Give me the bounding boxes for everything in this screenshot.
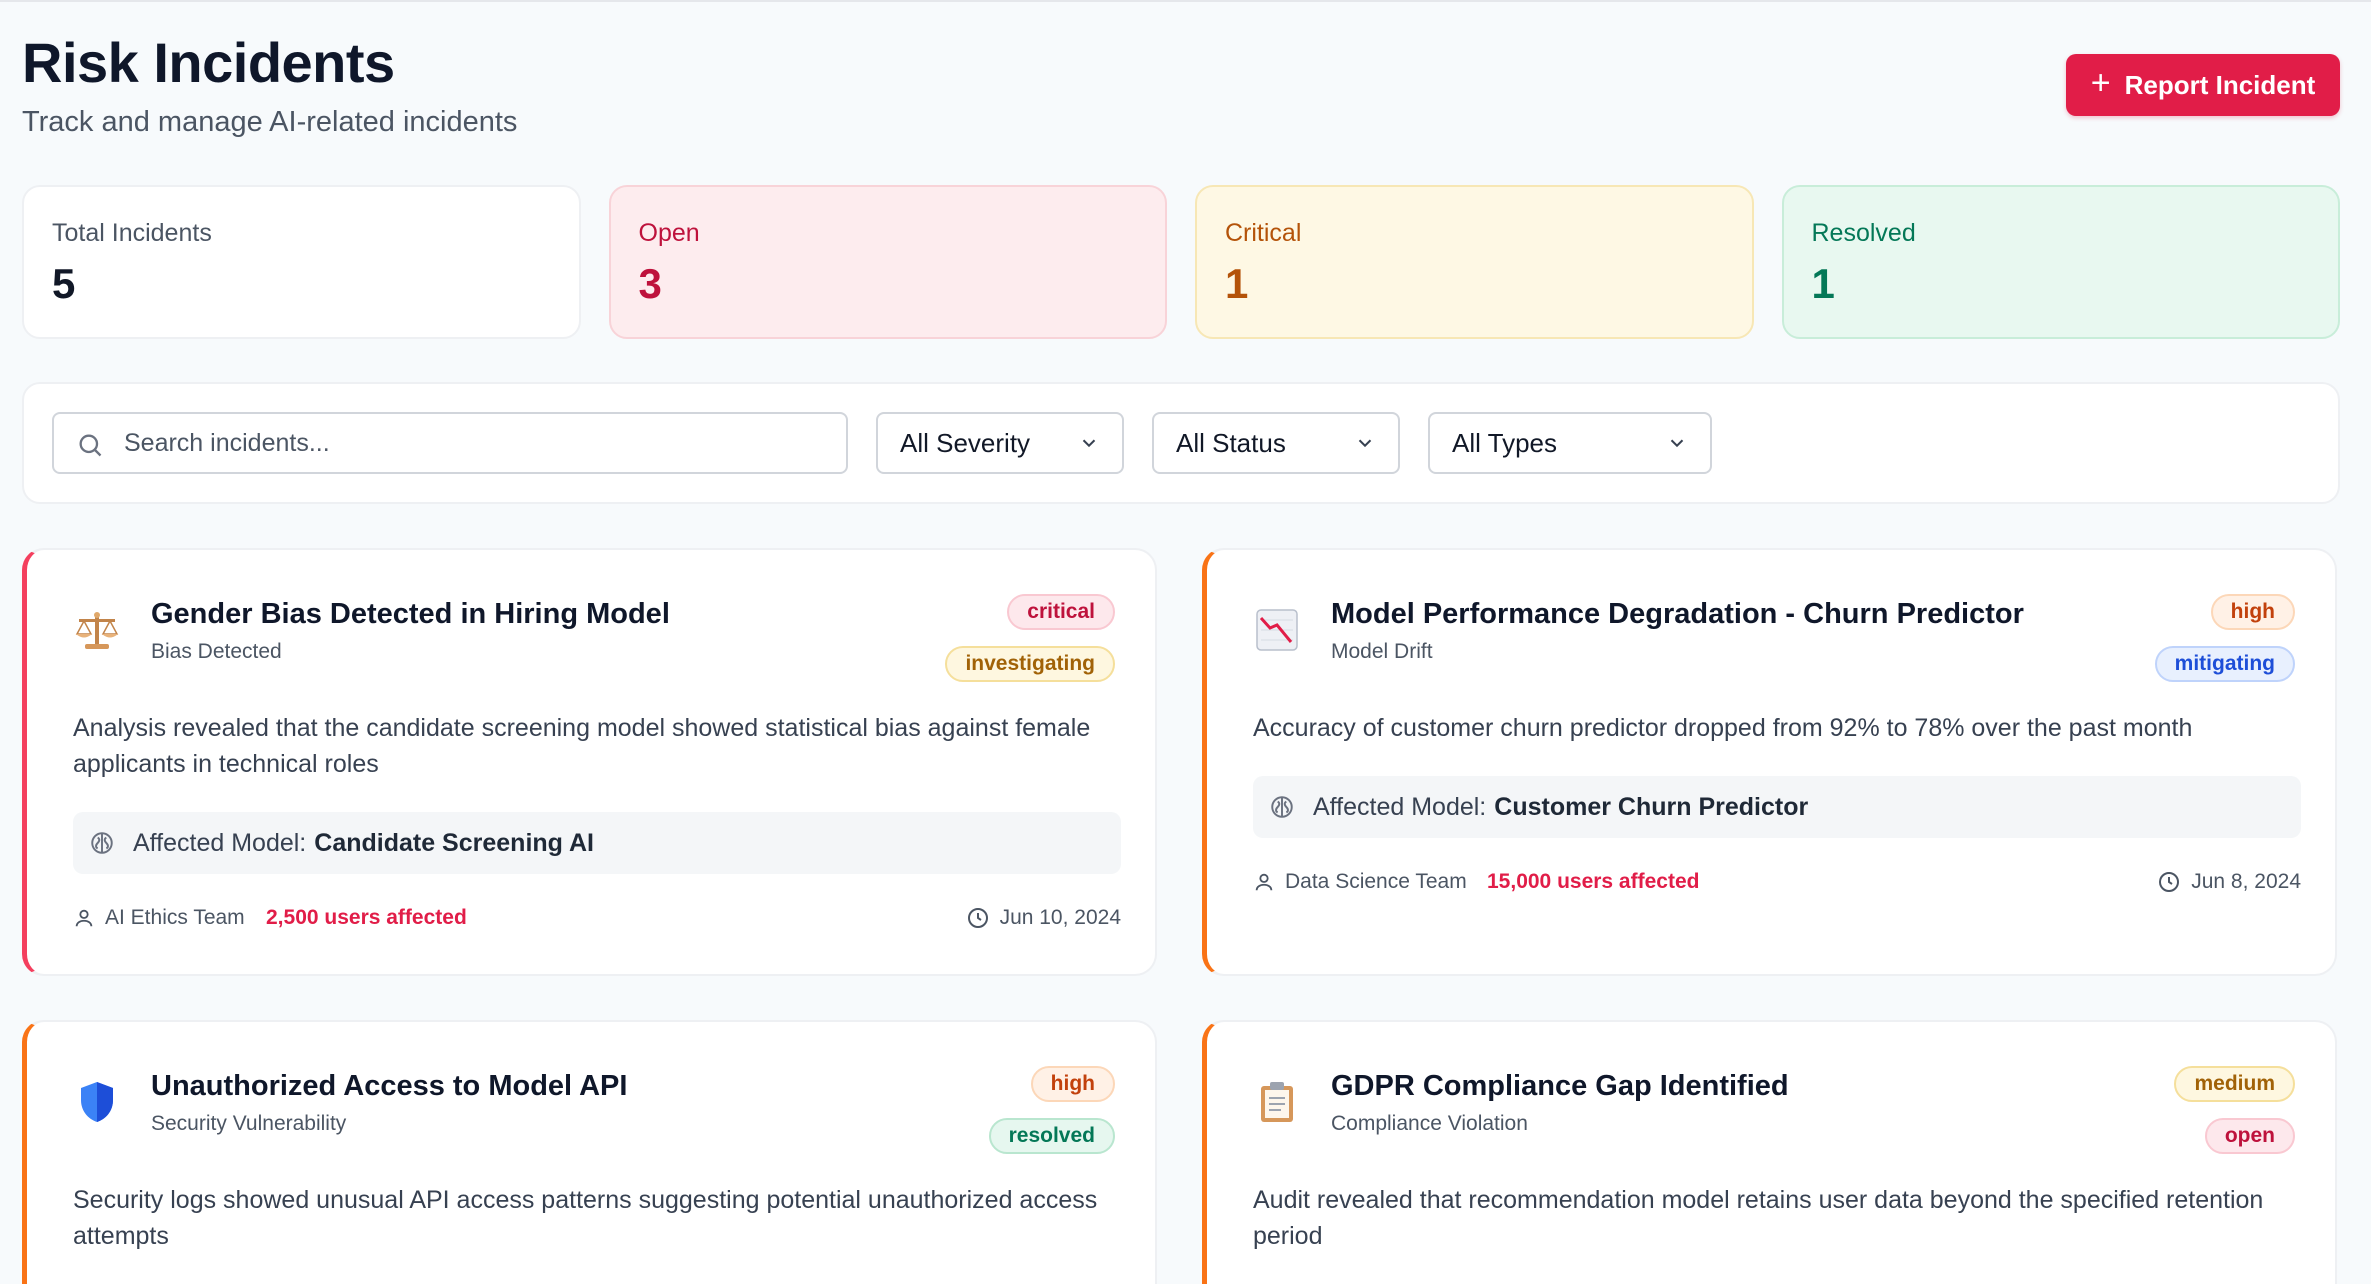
shield-icon xyxy=(81,1082,113,1122)
status-badge: mitigating xyxy=(2154,646,2295,682)
incident-card[interactable]: Unauthorized Access to Model API Securit… xyxy=(22,1020,1157,1284)
incident-description: Accuracy of customer churn predictor dro… xyxy=(1253,714,2193,742)
page-header: Risk Incidents Track and manage AI-relat… xyxy=(22,2,2340,182)
report-incident-label: Report Incident xyxy=(2124,69,2316,100)
page-subtitle: Track and manage AI-related incidents xyxy=(22,106,518,138)
clock-icon xyxy=(967,908,988,928)
chevron-down-icon xyxy=(1082,439,1096,448)
incident-date: Jun 10, 2024 xyxy=(966,906,1121,930)
incident-description: Security logs showed unusual API access … xyxy=(73,1186,1098,1250)
incident-card[interactable]: Gender Bias Detected in Hiring Model Bia… xyxy=(22,548,1157,976)
filter-bar: All Severity All Status All Types xyxy=(22,382,2340,504)
incident-description: Analysis revealed that the candidate scr… xyxy=(73,714,1091,778)
severity-select-value: All Severity xyxy=(900,427,1031,458)
severity-badge: high xyxy=(1030,1066,1115,1102)
stat-card-total: Total Incidents 5 xyxy=(22,185,581,339)
status-select-value: All Status xyxy=(1176,427,1286,458)
incident-card[interactable]: GDPR Compliance Gap Identified Complianc… xyxy=(1202,1020,2337,1284)
user-icon xyxy=(1255,873,1273,891)
incident-type: Bias Detected xyxy=(151,640,282,663)
scales-icon xyxy=(75,612,119,649)
stat-label: Resolved xyxy=(1811,219,1916,247)
severity-select[interactable]: All Severity xyxy=(876,412,1124,474)
search-box[interactable] xyxy=(52,412,848,474)
brain-icon xyxy=(91,832,113,854)
clipboard-icon xyxy=(1261,1082,1293,1122)
brain-icon xyxy=(1271,796,1293,818)
affected-model-label: Affected Model: xyxy=(133,828,307,857)
severity-badge: high xyxy=(2210,594,2295,630)
affected-model-name: Customer Churn Predictor xyxy=(1494,792,1809,821)
incident-type: Security Vulnerability xyxy=(151,1112,347,1135)
incident-team: Data Science Team xyxy=(1253,870,1467,894)
chevron-down-icon xyxy=(1670,439,1684,448)
incident-type: Compliance Violation xyxy=(1331,1112,1528,1135)
incident-description: Audit revealed that recommendation model… xyxy=(1253,1186,2264,1250)
severity-badge: medium xyxy=(2174,1066,2295,1102)
chevron-down-icon xyxy=(1358,439,1372,448)
stat-value: 1 xyxy=(1225,260,1249,307)
stat-label: Open xyxy=(638,219,700,247)
incident-type: Model Drift xyxy=(1331,640,1433,663)
date-text: Jun 8, 2024 xyxy=(2191,870,2301,893)
affected-model: Affected Model: Customer Churn Predictor xyxy=(1253,776,2301,838)
stat-label: Total Incidents xyxy=(52,219,212,247)
severity-badge: critical xyxy=(1007,594,1115,630)
stat-card-open: Open 3 xyxy=(608,185,1167,339)
affected-model-label: Affected Model: xyxy=(1313,792,1487,821)
incident-title: Unauthorized Access to Model API xyxy=(151,1070,628,1102)
incident-date: Jun 8, 2024 xyxy=(2157,870,2301,894)
users-affected: 15,000 users affected xyxy=(1487,870,1700,893)
status-badge: open xyxy=(2204,1118,2295,1154)
stat-card-critical: Critical 1 xyxy=(1195,185,1754,339)
stat-value: 1 xyxy=(1811,260,1835,307)
search-icon xyxy=(79,434,102,457)
stat-value: 5 xyxy=(52,260,76,307)
stat-label: Critical xyxy=(1225,219,1302,247)
incident-meta: Data Science Team 15,000 users affected … xyxy=(1253,870,2301,900)
stat-card-resolved: Resolved 1 xyxy=(1781,185,2340,339)
incident-title: Gender Bias Detected in Hiring Model xyxy=(151,598,670,630)
affected-model: Affected Model: Candidate Screening AI xyxy=(73,812,1121,874)
users-affected: 2,500 users affected xyxy=(266,906,467,929)
incident-meta: AI Ethics Team 2,500 users affected Jun … xyxy=(73,906,1121,936)
type-select[interactable]: All Types xyxy=(1428,412,1712,474)
incident-title: Model Performance Degradation - Churn Pr… xyxy=(1331,598,2024,630)
stats-row: Total Incidents 5 Open 3 Critical 1 Reso… xyxy=(22,185,2340,339)
page: Risk Incidents Track and manage AI-relat… xyxy=(22,2,2340,1284)
incident-team: AI Ethics Team xyxy=(73,906,245,930)
status-badge: resolved xyxy=(988,1118,1115,1154)
page-title: Risk Incidents xyxy=(22,31,395,94)
incident-title: GDPR Compliance Gap Identified xyxy=(1331,1070,1789,1102)
type-select-value: All Types xyxy=(1452,427,1558,458)
status-select[interactable]: All Status xyxy=(1152,412,1400,474)
report-incident-button[interactable]: + Report Incident xyxy=(2066,54,2340,116)
date-text: Jun 10, 2024 xyxy=(999,906,1121,929)
team-name: AI Ethics Team xyxy=(105,906,245,929)
affected-model-name: Candidate Screening AI xyxy=(314,828,594,857)
user-icon xyxy=(75,909,93,927)
incident-card[interactable]: Model Performance Degradation - Churn Pr… xyxy=(1202,548,2337,976)
stat-value: 3 xyxy=(638,260,662,307)
status-badge: investigating xyxy=(945,646,1115,682)
search-input[interactable] xyxy=(124,414,824,472)
team-name: Data Science Team xyxy=(1285,870,1467,893)
clock-icon xyxy=(2159,872,2180,892)
chart-down-icon xyxy=(1256,609,1298,651)
plus-icon: + xyxy=(2090,64,2111,102)
